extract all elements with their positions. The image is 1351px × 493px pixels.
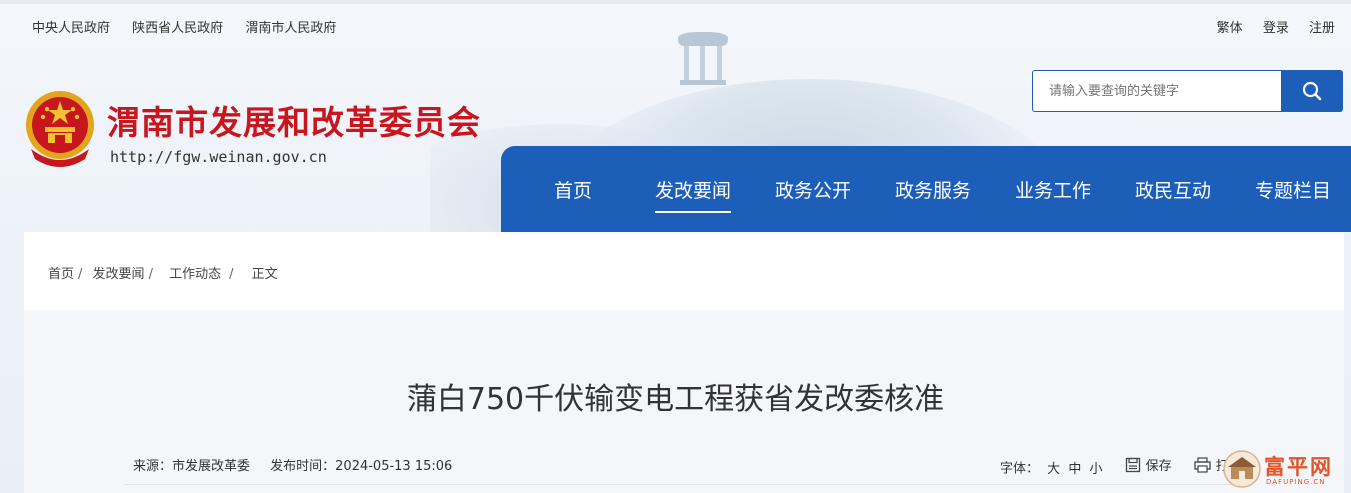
site-title[interactable]: 渭南市发展和改革委员会	[107, 96, 481, 144]
search-icon	[1302, 81, 1322, 101]
breadcrumb-home[interactable]: 首页	[48, 267, 74, 282]
watermark-subtext: DAFUPING.CN	[1266, 478, 1326, 486]
save-button[interactable]: 保存	[1125, 455, 1172, 474]
nav-interaction[interactable]: 政民互动	[1135, 176, 1211, 203]
print-icon	[1194, 456, 1211, 473]
nav-topics[interactable]: 专题栏目	[1255, 176, 1331, 203]
nav-business[interactable]: 业务工作	[1015, 176, 1091, 203]
breadcrumb-work-updates[interactable]: 工作动态	[169, 267, 221, 282]
nav-news[interactable]: 发改要闻	[655, 176, 732, 213]
gov-links: 中央人民政府 陕西省人民政府 渭南市人民政府	[32, 17, 354, 36]
nav-services[interactable]: 政务服务	[895, 176, 971, 203]
article-tools: 字体： 大 中 小 保存 打印	[1000, 455, 1242, 477]
pavilion-illustration	[678, 32, 728, 85]
login-link[interactable]: 登录	[1263, 21, 1289, 36]
breadcrumb: 首页 / 发改要闻 / 工作动态 / 正文	[48, 267, 278, 282]
site-url: http://fgw.weinan.gov.cn	[110, 148, 327, 166]
font-medium-button[interactable]: 中	[1068, 462, 1081, 477]
watermark-text: 富平网	[1264, 454, 1333, 479]
meta-divider	[124, 484, 1244, 485]
article-title: 蒲白750千伏输变电工程获省发改委核准	[406, 382, 945, 417]
breadcrumb-current: 正文	[251, 267, 278, 282]
traditional-chinese-link[interactable]: 繁体	[1217, 21, 1243, 36]
article-meta: 来源：市发展改革委 发布时间：2024-05-13 15:06	[133, 455, 452, 474]
breadcrumb-news[interactable]: 发改要闻	[93, 267, 145, 282]
nav-government-affairs[interactable]: 政务公开	[775, 176, 851, 203]
font-small-button[interactable]: 小	[1089, 462, 1102, 477]
font-large-button[interactable]: 大	[1047, 462, 1060, 477]
article-source: 来源：市发展改革委	[133, 459, 251, 474]
link-shaanxi-government[interactable]: 陕西省人民政府	[132, 21, 223, 36]
national-emblem-icon[interactable]	[23, 87, 97, 169]
nav-home[interactable]: 首页	[554, 176, 592, 203]
register-link[interactable]: 注册	[1309, 21, 1335, 36]
link-weinan-government[interactable]: 渭南市人民政府	[245, 21, 336, 36]
search-input[interactable]	[1032, 70, 1282, 112]
font-size-label: 字体：	[1000, 461, 1040, 477]
search-box	[1032, 70, 1343, 112]
save-icon	[1125, 457, 1140, 472]
user-links: 繁体 登录 注册	[1201, 17, 1335, 36]
search-button[interactable]	[1281, 70, 1343, 112]
site-watermark: 富平网 DAFUPING.CN	[1222, 447, 1347, 491]
save-label: 保存	[1145, 459, 1172, 474]
article-date: 发布时间：2024-05-13 15:06	[270, 459, 453, 474]
main-nav: 首页 发改要闻 政务公开 政务服务 业务工作 政民互动 专题栏目	[501, 146, 1351, 232]
watermark-building-icon	[1223, 450, 1261, 488]
link-central-government[interactable]: 中央人民政府	[32, 21, 110, 36]
